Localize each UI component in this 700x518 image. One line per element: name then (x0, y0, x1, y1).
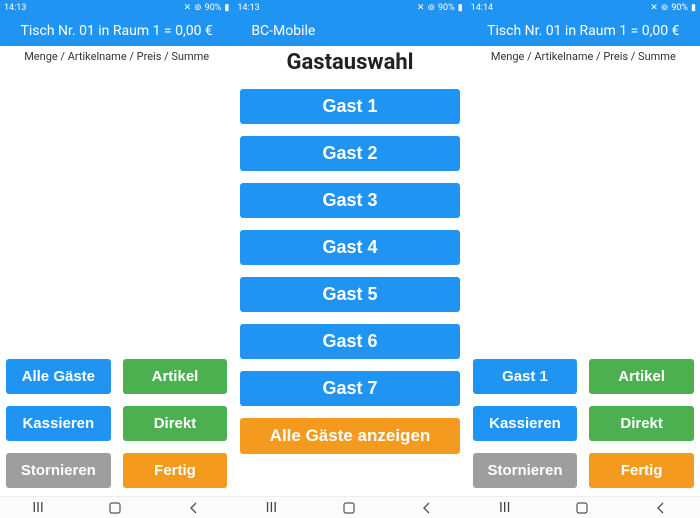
cancel-button[interactable]: Stornieren (473, 453, 578, 488)
guest-button-1[interactable]: Gast 1 (240, 89, 460, 124)
status-bar: 14:14 ✕ ⊚ 90% ▮ (467, 0, 700, 15)
recents-icon[interactable]: III (499, 500, 510, 516)
battery-icon: ▮ (458, 3, 463, 13)
recents-icon[interactable]: III (266, 500, 277, 516)
home-icon[interactable] (575, 501, 589, 515)
guest-button-4[interactable]: Gast 4 (240, 230, 460, 265)
show-all-guests-button[interactable]: Alle Gäste anzeigen (240, 418, 460, 454)
battery-text: 90% (205, 3, 222, 13)
status-icons: ✕ ⊚ 90% ▮ (417, 3, 463, 13)
battery-icon: ▮ (224, 3, 229, 13)
app-bar: Tisch Nr. 01 in Raum 1 = 0,00 € (467, 15, 700, 46)
cancel-button[interactable]: Stornieren (6, 453, 111, 488)
status-icons: ✕ ⊚ 90% ▮ (650, 3, 696, 13)
battery-text: 90% (438, 3, 455, 13)
battery-text: 90% (671, 3, 688, 13)
done-button[interactable]: Fertig (123, 453, 228, 488)
guest-button-2[interactable]: Gast 2 (240, 136, 460, 171)
app-bar-title: Tisch Nr. 01 in Raum 1 = 0,00 € (487, 23, 679, 39)
android-nav-bar: III (0, 496, 233, 518)
guest-button-3[interactable]: Gast 3 (240, 183, 460, 218)
all-guests-button[interactable]: Alle Gäste (6, 359, 111, 394)
app-bar-title: BC-Mobile (251, 23, 315, 39)
app-bar: Tisch Nr. 01 in Raum 1 = 0,00 € (0, 15, 233, 46)
guest-list: Gast 1 Gast 2 Gast 3 Gast 4 Gast 5 Gast … (233, 83, 466, 454)
back-icon[interactable] (187, 501, 201, 515)
status-bar: 14:13 ✕ ⊚ 90% ▮ (233, 0, 466, 15)
mute-icon: ✕ (184, 3, 192, 13)
battery-icon: ▮ (691, 3, 696, 13)
direct-button[interactable]: Direkt (123, 406, 228, 441)
guest-button-5[interactable]: Gast 5 (240, 277, 460, 312)
android-nav-bar: III (233, 496, 466, 518)
wifi-icon: ⊚ (427, 3, 435, 13)
status-time: 14:13 (237, 3, 259, 13)
android-nav-bar: III (467, 496, 700, 518)
home-icon[interactable] (342, 501, 356, 515)
guest-button-6[interactable]: Gast 6 (240, 324, 460, 359)
mute-icon: ✕ (417, 3, 425, 13)
cash-button[interactable]: Kassieren (473, 406, 578, 441)
home-icon[interactable] (108, 501, 122, 515)
action-grid: Gast 1 Artikel Kassieren Direkt Stornier… (467, 359, 700, 488)
wifi-icon: ⊚ (661, 3, 669, 13)
guest-button-7[interactable]: Gast 7 (240, 371, 460, 406)
status-icons: ✕ ⊚ 90% ▮ (184, 3, 230, 13)
recents-icon[interactable]: III (32, 500, 43, 516)
column-header: Menge / Artikelname / Preis / Summe (467, 46, 700, 63)
cash-button[interactable]: Kassieren (6, 406, 111, 441)
direct-button[interactable]: Direkt (589, 406, 694, 441)
app-bar-title: Tisch Nr. 01 in Raum 1 = 0,00 € (21, 23, 213, 39)
action-grid: Alle Gäste Artikel Kassieren Direkt Stor… (0, 359, 233, 488)
back-icon[interactable] (654, 501, 668, 515)
status-bar: 14:13 ✕ ⊚ 90% ▮ (0, 0, 233, 15)
wifi-icon: ⊚ (194, 3, 202, 13)
done-button[interactable]: Fertig (589, 453, 694, 488)
guest1-button[interactable]: Gast 1 (473, 359, 578, 394)
back-icon[interactable] (420, 501, 434, 515)
article-button[interactable]: Artikel (123, 359, 228, 394)
app-bar: BC-Mobile (233, 15, 466, 46)
mute-icon: ✕ (650, 3, 658, 13)
page-title: Gastauswahl (233, 46, 466, 83)
status-time: 14:14 (471, 3, 493, 13)
column-header: Menge / Artikelname / Preis / Summe (0, 46, 233, 63)
status-time: 14:13 (4, 3, 26, 13)
article-button[interactable]: Artikel (589, 359, 694, 394)
